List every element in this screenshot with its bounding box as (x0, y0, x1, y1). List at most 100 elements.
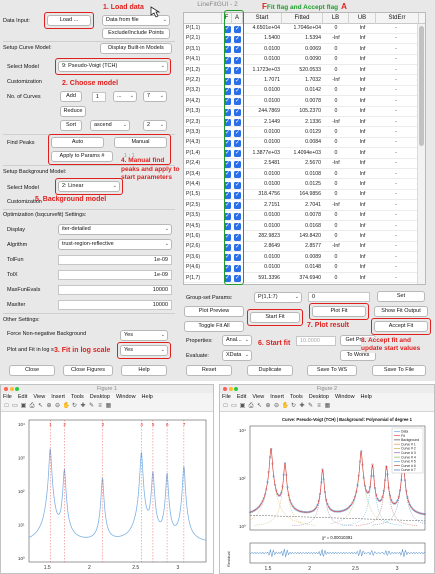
close-dot[interactable] (223, 387, 227, 391)
table-scrollbar[interactable] (417, 24, 425, 284)
start-value-cell[interactable]: 2.8649 (243, 242, 282, 252)
fitted-value-cell[interactable]: 1.7032 (282, 76, 323, 86)
stderr-cell[interactable]: - (376, 97, 416, 107)
plot-preview-button[interactable]: Plot Preview (184, 306, 244, 317)
upper-bound-cell[interactable]: Inf (349, 86, 376, 96)
table-row[interactable]: P(1,6) 282.9823 149.8420 0 Inf - ✓ ✓ (184, 232, 425, 242)
menu-file[interactable]: File (3, 394, 12, 400)
stderr-cell[interactable]: - (376, 66, 416, 76)
lower-bound-cell[interactable]: 0 (323, 128, 349, 138)
close-figures-button[interactable]: Close Figures (63, 365, 113, 376)
start-value-cell[interactable]: 0.0100 (243, 170, 282, 180)
table-row[interactable]: P(4,2) 0.0100 0.0078 0 Inf - ✓ ✓ (184, 97, 425, 107)
properties-value-field[interactable]: 10.0000 (296, 336, 336, 346)
stderr-cell[interactable]: - (376, 263, 416, 273)
stderr-cell[interactable]: - (376, 201, 416, 211)
stderr-cell[interactable]: - (376, 45, 416, 55)
num-curves-max-select[interactable]: 7 ⌄ (143, 91, 167, 102)
group-set-value-input[interactable]: 0 (308, 292, 370, 302)
table-row[interactable]: P(3,4) 0.0100 0.0108 0 Inf - ✓ ✓ (184, 170, 425, 180)
start-value-cell[interactable]: 0.0100 (243, 211, 282, 221)
fitted-value-cell[interactable]: 0.0125 (282, 180, 323, 190)
start-value-cell[interactable]: 1.5400 (243, 34, 282, 44)
lower-bound-cell[interactable]: 0 (323, 263, 349, 273)
lower-bound-cell[interactable]: -Inf (323, 159, 349, 169)
fitted-value-cell[interactable]: 2.8577 (282, 242, 323, 252)
lower-bound-cell[interactable]: 0 (323, 45, 349, 55)
show-fit-output-button[interactable]: Show Fit Output (374, 306, 428, 317)
upper-bound-cell[interactable]: Inf (349, 118, 376, 128)
start-value-cell[interactable]: 244.7869 (243, 107, 282, 117)
stderr-cell[interactable]: - (376, 190, 416, 200)
minimize-dot[interactable] (9, 387, 14, 391)
rotate-icon[interactable]: ↻ (71, 403, 78, 410)
lower-bound-cell[interactable]: 0 (323, 97, 349, 107)
opt-tolx-input[interactable]: 1e-09 (58, 270, 172, 280)
table-row[interactable]: P(3,5) 0.0100 0.0078 0 Inf - ✓ ✓ (184, 211, 425, 221)
lower-bound-cell[interactable]: -Inf (323, 242, 349, 252)
lower-bound-cell[interactable]: 0 (323, 138, 349, 148)
fitted-value-cell[interactable]: 1.4094e+03 (282, 149, 323, 159)
start-value-cell[interactable]: 0.0100 (243, 138, 282, 148)
grid-icon[interactable]: ▦ (105, 403, 112, 410)
stderr-cell[interactable]: - (376, 24, 416, 34)
upper-bound-cell[interactable]: Inf (349, 222, 376, 232)
menu-insert[interactable]: Insert (51, 394, 65, 400)
lower-bound-cell[interactable]: 0 (323, 66, 349, 76)
datatip-icon[interactable]: ✚ (80, 403, 87, 410)
fitted-value-cell[interactable]: 0.0129 (282, 128, 323, 138)
maximize-dot[interactable] (234, 387, 238, 391)
set-button[interactable]: Set (377, 291, 425, 302)
stderr-cell[interactable]: - (376, 55, 416, 65)
zoom-in-icon[interactable]: ⊕ (265, 403, 272, 410)
opt-maxiter-input[interactable]: 10000 (58, 300, 172, 310)
fitted-value-cell[interactable]: 164.9856 (282, 190, 323, 200)
table-row[interactable]: P(4,4) 0.0100 0.0125 0 Inf - ✓ ✓ (184, 180, 425, 190)
upper-bound-cell[interactable]: Inf (349, 211, 376, 221)
lower-bound-cell[interactable]: 0 (323, 274, 349, 284)
close-button[interactable]: Close (9, 365, 55, 376)
stderr-cell[interactable]: - (376, 149, 416, 159)
start-value-cell[interactable]: 1.3877e+03 (243, 149, 282, 159)
lower-bound-cell[interactable]: 0 (323, 253, 349, 263)
upper-bound-cell[interactable]: Inf (349, 55, 376, 65)
new-figure-icon[interactable]: □ (222, 403, 229, 410)
start-value-cell[interactable]: 0.0100 (243, 263, 282, 273)
menu-tools[interactable]: Tools (290, 394, 303, 400)
upper-bound-cell[interactable]: Inf (349, 97, 376, 107)
save-to-ws-button[interactable]: Save To WS (307, 365, 357, 376)
new-figure-icon[interactable]: □ (3, 403, 10, 410)
table-row[interactable]: P(2,1) 1.5400 1.5394 -Inf Inf - ✓ ✓ (184, 34, 425, 45)
duplicate-button[interactable]: Duplicate (247, 365, 293, 376)
upper-bound-cell[interactable]: Inf (349, 232, 376, 242)
toggle-fit-all-button[interactable]: Toggle Fit All (184, 321, 244, 332)
num-curves-input[interactable]: 1 (92, 92, 106, 102)
lower-bound-cell[interactable]: 0 (323, 24, 349, 34)
force-nonneg-select[interactable]: Yes ⌄ (120, 330, 168, 341)
minimize-dot[interactable] (228, 387, 233, 391)
table-row[interactable]: P(2,4) 2.5481 2.5670 -Inf Inf - ✓ ✓ (184, 159, 425, 169)
menu-view[interactable]: View (33, 394, 45, 400)
lower-bound-cell[interactable]: 0 (323, 180, 349, 190)
menu-tools[interactable]: Tools (71, 394, 84, 400)
menu-help[interactable]: Help (142, 394, 153, 400)
upper-bound-cell[interactable]: Inf (349, 107, 376, 117)
table-row[interactable]: P(3,2) 0.0100 0.0142 0 Inf - ✓ ✓ (184, 86, 425, 97)
legend-icon[interactable]: ≡ (97, 403, 104, 410)
upper-bound-cell[interactable]: Inf (349, 190, 376, 200)
table-row[interactable]: P(4,1) 0.0100 0.0090 0 Inf - ✓ ✓ (184, 55, 425, 65)
lower-bound-cell[interactable]: -Inf (323, 34, 349, 44)
menu-help[interactable]: Help (361, 394, 372, 400)
zoom-in-icon[interactable]: ⊕ (46, 403, 53, 410)
table-row[interactable]: P(3,6) 0.0100 0.0089 0 Inf - ✓ ✓ (184, 253, 425, 263)
figure-2-plot[interactable]: Curve: Pseudo-Voigt (TCH) | Background: … (220, 412, 434, 574)
save-to-file-button[interactable]: Save To File (372, 365, 426, 376)
help-button[interactable]: Help (121, 365, 167, 376)
fitted-value-cell[interactable]: 105.2370 (282, 107, 323, 117)
upper-bound-cell[interactable]: Inf (349, 24, 376, 34)
menu-window[interactable]: Window (116, 394, 136, 400)
opt-display-select[interactable]: iter-detailed ⌄ (58, 224, 172, 235)
stderr-cell[interactable]: - (376, 211, 416, 221)
properties-select[interactable]: Anal... ⌄ (222, 335, 252, 346)
menu-desktop[interactable]: Desktop (309, 394, 329, 400)
